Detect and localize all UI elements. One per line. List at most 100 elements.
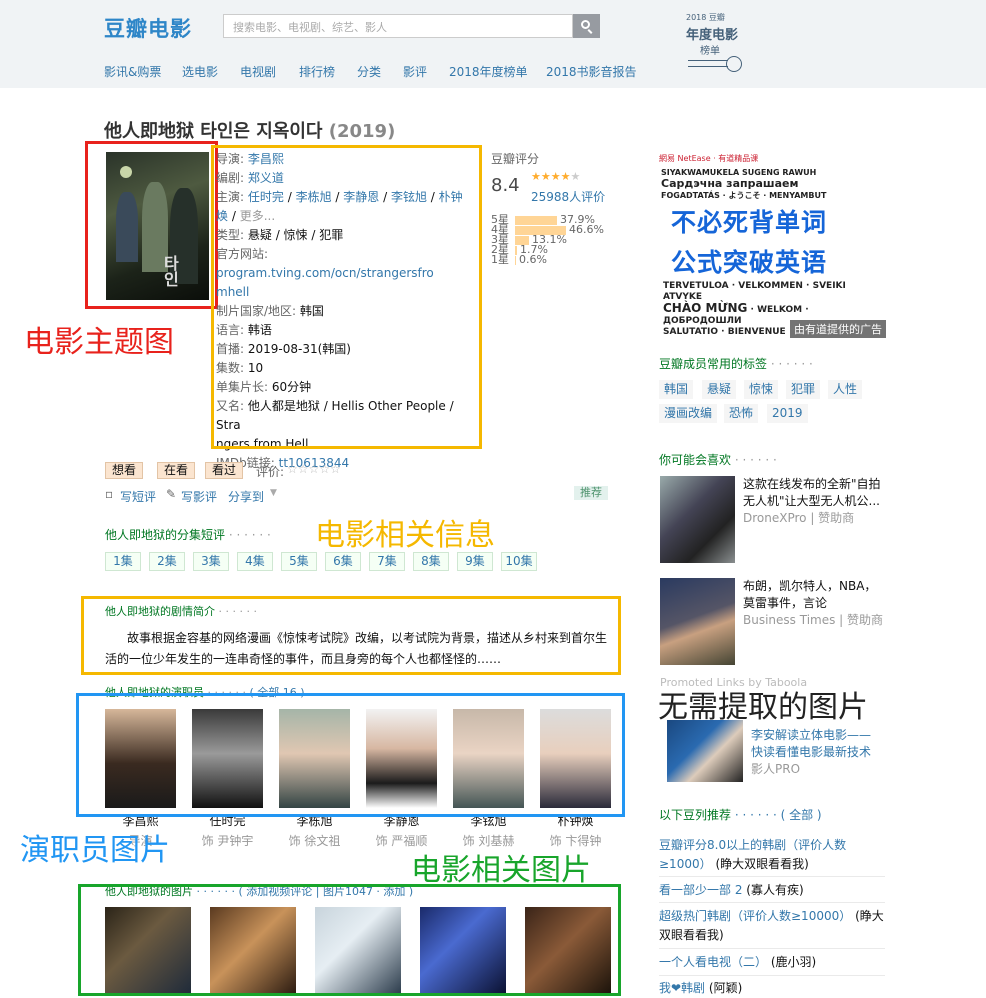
nav-tag[interactable]: 分类 bbox=[357, 63, 381, 80]
cast-annotation-box bbox=[76, 693, 625, 817]
ad-headline-2: 公式突破英语 bbox=[671, 248, 828, 277]
nav-explore[interactable]: 选电影 bbox=[182, 63, 218, 80]
divider bbox=[659, 948, 885, 949]
douban-movie-logo[interactable]: 豆瓣电影 bbox=[104, 13, 192, 43]
doulist-item: 我❤韩剧 (阿颖) bbox=[659, 981, 743, 995]
tag-item[interactable]: 恐怖 bbox=[724, 404, 759, 423]
poster-annotation-box bbox=[85, 141, 218, 309]
ad-caption: 由有道提供的广告 bbox=[790, 320, 886, 338]
rating-votes[interactable]: 25988人评价 bbox=[531, 188, 605, 205]
episode-button[interactable]: 2集 bbox=[149, 552, 185, 571]
badge-year: 2018 豆瓣 bbox=[686, 13, 725, 22]
title-year: (2019) bbox=[328, 121, 396, 142]
divider bbox=[659, 902, 885, 903]
watching-button[interactable]: 在看 bbox=[157, 462, 196, 479]
page-title: 他人即地狱 타인은 지옥이다 (2019) bbox=[104, 117, 395, 143]
doulist-section-title: 以下豆列推荐 · · · · · · ( 全部 ) bbox=[659, 808, 822, 822]
episodes-section-title: 他人即地狱的分集短评 · · · · · · bbox=[105, 528, 271, 542]
episode-button[interactable]: 3集 bbox=[193, 552, 229, 571]
doulist-link[interactable]: 超级热门韩剧（评价人数≥10000） bbox=[659, 909, 851, 923]
site-header: 豆瓣电影 搜索电影、电视剧、综艺、影人 影讯&购票 选电影 电视剧 排行榜 分类… bbox=[0, 0, 986, 88]
rate-stars-icon[interactable]: ☆☆☆☆☆ bbox=[287, 462, 341, 476]
sidebar-ad[interactable]: 網易 NetEase · 有道精品课 SIYAKWAMUKELA SUGENG … bbox=[659, 151, 886, 338]
ad-headline-1: 不必死背单词 bbox=[671, 208, 828, 237]
annual-list-badge[interactable]: 2018 豆瓣 年度电影 榜单 bbox=[686, 10, 746, 74]
divider bbox=[659, 975, 885, 976]
doulist-item: 看一部少一部 2 (寡人有疾) bbox=[659, 883, 804, 897]
badge-line bbox=[688, 60, 728, 61]
episode-button[interactable]: 1集 bbox=[105, 552, 141, 571]
nav-chart[interactable]: 排行榜 bbox=[299, 63, 335, 80]
episode-button[interactable]: 4集 bbox=[237, 552, 273, 571]
rating-label: 豆瓣评分 bbox=[491, 152, 540, 166]
rate-label: 评价: bbox=[256, 465, 285, 479]
comment-icon: ▫ bbox=[105, 487, 114, 501]
episode-button[interactable]: 10集 bbox=[501, 552, 537, 571]
watched-button[interactable]: 看过 bbox=[205, 462, 244, 479]
episode-button[interactable]: 5集 bbox=[281, 552, 317, 571]
doulist-link[interactable]: 我❤韩剧 bbox=[659, 981, 705, 995]
rating-score: 8.4 bbox=[491, 175, 520, 196]
rating-bar bbox=[515, 255, 516, 265]
tag-item[interactable]: 人性 bbox=[828, 380, 863, 399]
episode-button[interactable]: 8集 bbox=[413, 552, 449, 571]
badge-title: 年度电影 bbox=[686, 28, 739, 43]
recommend-button[interactable]: 推荐 bbox=[574, 486, 608, 500]
rating-row-pct: 0.6% bbox=[519, 253, 547, 266]
tag-item[interactable]: 惊悚 bbox=[744, 380, 779, 399]
episode-button[interactable]: 7集 bbox=[369, 552, 405, 571]
like-item-2[interactable]: 布朗，凯尔特人，NBA， 莫雷事件，言论 Business Times | 赞助商 bbox=[743, 578, 888, 629]
tag-item[interactable]: 犯罪 bbox=[786, 380, 821, 399]
rating-row-pct: 46.6% bbox=[569, 223, 604, 236]
info-annotation-box bbox=[211, 145, 482, 449]
photos-annotation-box bbox=[78, 884, 621, 996]
ignore-annotation-label: 无需提取的图片 bbox=[658, 690, 868, 725]
nav-review[interactable]: 影评 bbox=[403, 63, 427, 80]
nav-tickets[interactable]: 影讯&购票 bbox=[104, 63, 161, 80]
title-cn: 他人即地狱 bbox=[104, 121, 194, 142]
badge-line bbox=[688, 66, 728, 67]
like-item-3[interactable]: 李安解读立体电影—— 快读看懂电影最新技术 影人PRO bbox=[751, 727, 891, 778]
search-button[interactable] bbox=[573, 14, 600, 38]
nav-annual[interactable]: 2018年度榜单 bbox=[449, 63, 528, 80]
cast-role: 饰 尹钟宇 bbox=[201, 834, 254, 848]
tag-item[interactable]: 2019 bbox=[767, 404, 808, 423]
info-imdb: IMDb链接: tt10613844 bbox=[216, 456, 350, 470]
tags-section-title: 豆瓣成员常用的标签 · · · · · · bbox=[659, 357, 813, 371]
nba-ad-image[interactable] bbox=[660, 578, 735, 665]
tag-item[interactable]: 悬疑 bbox=[702, 380, 737, 399]
film-reel-icon bbox=[726, 56, 742, 72]
summary-annotation-box bbox=[81, 596, 621, 675]
movie-tech-ad-image[interactable] bbox=[667, 720, 743, 782]
doulist-link[interactable]: 一个人看电视（二） bbox=[659, 955, 767, 969]
may-like-section-title: 你可能会喜欢 · · · · · · bbox=[659, 453, 777, 467]
title-kr: 타인은 지옥이다 bbox=[200, 121, 323, 142]
photos-annotation-label: 电影相关图片 bbox=[411, 853, 591, 888]
share-link[interactable]: 分享到 bbox=[228, 488, 264, 505]
doulist-all-link[interactable]: · · · · · · ( 全部 ) bbox=[735, 808, 822, 822]
like-item-1[interactable]: 这款在线发布的全新"自拍 无人机"让大型无人机公... DroneXPro | 赞助… bbox=[743, 476, 888, 527]
search-input[interactable]: 搜索电影、电视剧、综艺、影人 bbox=[223, 14, 573, 38]
tag-item[interactable]: 漫画改编 bbox=[659, 404, 718, 423]
want-to-watch-button[interactable]: 想看 bbox=[105, 462, 144, 479]
episode-button[interactable]: 9集 bbox=[457, 552, 493, 571]
write-short-review-link[interactable]: 写短评 bbox=[120, 488, 156, 505]
doulist-item: 一个人看电视（二） (鹿小羽) bbox=[659, 955, 817, 969]
tag-item[interactable]: 韩国 bbox=[659, 380, 694, 399]
doulist-link[interactable]: 豆瓣评分8.0以上的韩剧（评价人数 bbox=[659, 838, 846, 852]
rating-bar bbox=[515, 245, 517, 255]
drone-ad-image[interactable] bbox=[660, 476, 735, 563]
episode-button[interactable]: 6集 bbox=[325, 552, 361, 571]
pencil-icon: ✎ bbox=[166, 487, 177, 501]
nav-tv[interactable]: 电视剧 bbox=[240, 63, 276, 80]
cast-role: 饰 徐文祖 bbox=[288, 834, 341, 848]
chevron-down-icon: ▼ bbox=[270, 488, 277, 498]
rating-row: 1星 0.6% bbox=[491, 253, 547, 266]
write-review-link[interactable]: 写影评 bbox=[181, 488, 217, 505]
doulist-link[interactable]: ≥1000） bbox=[659, 857, 712, 871]
rating-stars-icon: ★★★★★ bbox=[531, 170, 581, 183]
nav-report[interactable]: 2018书影音报告 bbox=[546, 63, 637, 80]
ad-word-cloud: SIYAKWAMUKELA SUGENG RAWUH Сардэчна запр… bbox=[661, 168, 827, 200]
ad-logos: 網易 NetEase · 有道精品课 bbox=[659, 154, 759, 163]
doulist-link[interactable]: 看一部少一部 2 bbox=[659, 883, 742, 897]
